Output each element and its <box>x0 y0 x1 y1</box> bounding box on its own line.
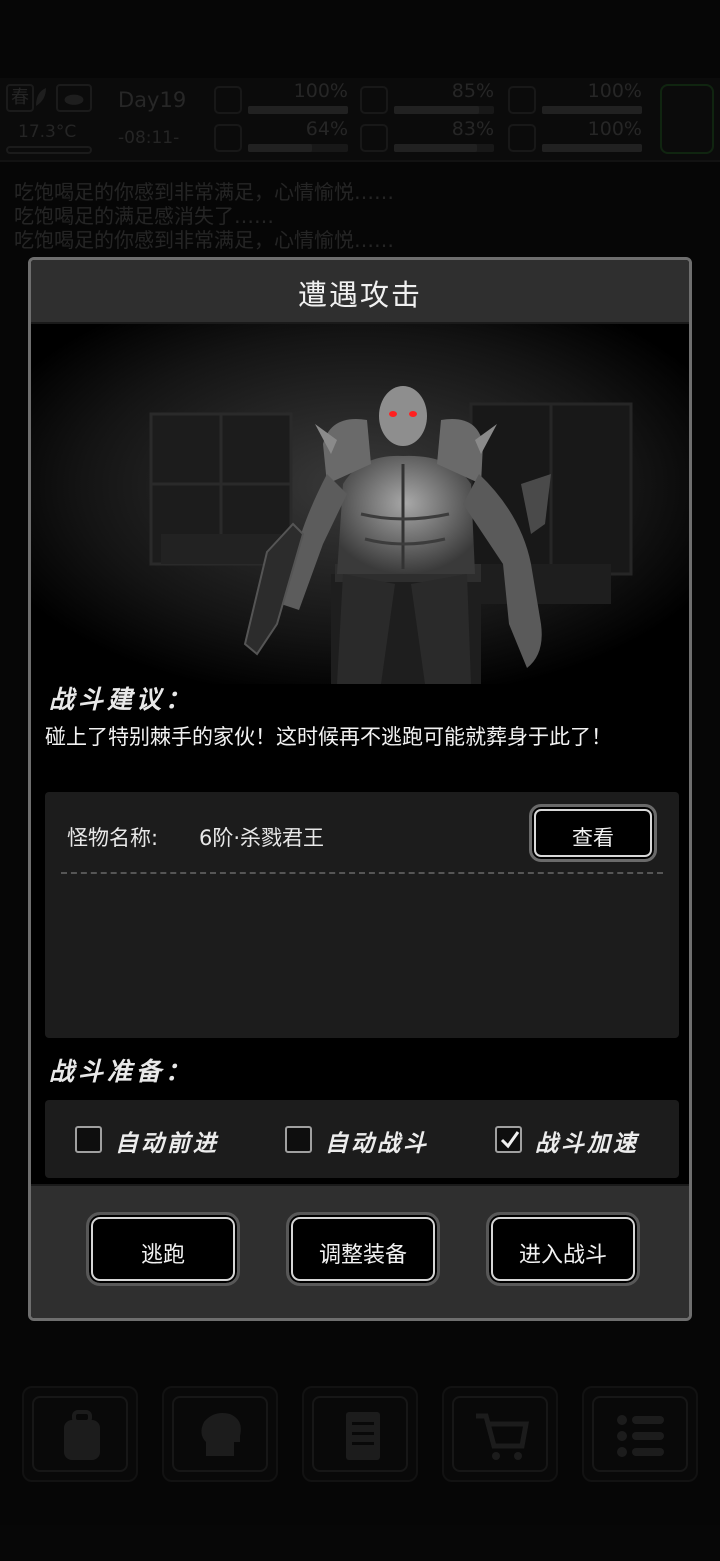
adjust-gear-button[interactable]: 调整装备 <box>286 1212 440 1286</box>
dialog-title: 遭遇攻击 <box>297 278 422 312</box>
monster-name: 6阶·杀戮君王 <box>199 826 325 850</box>
prep-heading: 战斗准备： <box>49 1057 195 1086</box>
battle-options-panel: 自动前进 自动战斗 战斗加速 <box>45 1100 679 1178</box>
enter-battle-label: 进入战斗 <box>518 1243 607 1268</box>
flee-label: 逃跑 <box>140 1243 185 1268</box>
adjust-gear-label: 调整装备 <box>318 1243 407 1268</box>
divider <box>61 872 663 874</box>
enter-battle-button[interactable]: 进入战斗 <box>486 1212 640 1286</box>
auto-battle-label: 自动战斗 <box>325 1131 429 1157</box>
checkmark-icon <box>500 1131 520 1149</box>
battle-speedup-checkbox[interactable] <box>495 1126 522 1153</box>
auto-battle-checkbox[interactable] <box>285 1126 312 1153</box>
dialog-footer: 逃跑 调整装备 进入战斗 <box>31 1184 689 1318</box>
flee-button[interactable]: 逃跑 <box>86 1212 240 1286</box>
view-monster-button[interactable]: 查看 <box>529 804 657 862</box>
battle-speedup-label: 战斗加速 <box>535 1131 639 1157</box>
monster-info-panel: 怪物名称: 6阶·杀戮君王 查看 <box>45 792 679 1038</box>
view-monster-label: 查看 <box>572 826 614 850</box>
auto-advance-label: 自动前进 <box>115 1131 219 1157</box>
auto-advance-checkbox[interactable] <box>75 1126 102 1153</box>
advice-text: 碰上了特别棘手的家伙！这时候再不逃跑可能就葬身于此了！ <box>45 725 612 749</box>
encounter-dialog: 遭遇攻击 战斗建议： 碰上了特别棘手的家伙！这时候再不逃跑可能就葬身于此了！ 怪… <box>28 257 692 1321</box>
monster-portrait <box>31 324 689 684</box>
monster-name-label: 怪物名称: <box>67 826 159 850</box>
dialog-header: 遭遇攻击 <box>31 260 689 324</box>
advice-heading: 战斗建议： <box>49 685 195 714</box>
